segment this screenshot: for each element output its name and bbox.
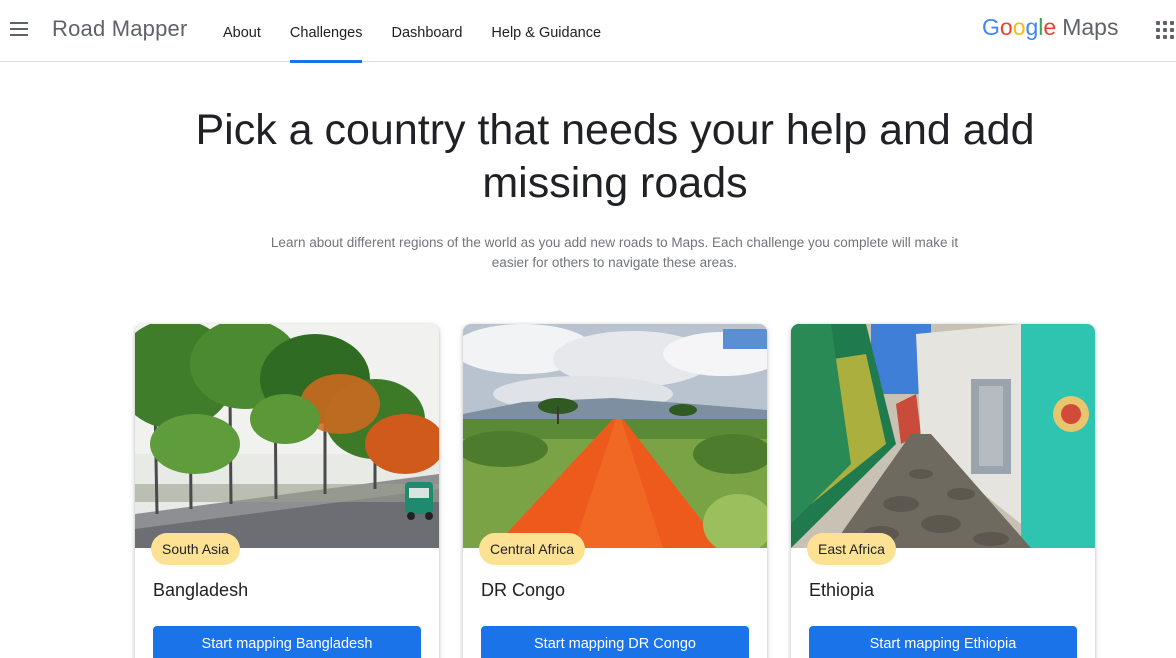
ethiopia-alley-image [791,324,1095,548]
main-nav: About Challenges Dashboard Help & Guidan… [223,0,630,63]
start-mapping-dr-congo-button[interactable]: Start mapping DR Congo [481,626,749,658]
nav-about[interactable]: About [223,0,261,62]
start-mapping-ethiopia-button[interactable]: Start mapping Ethiopia [809,626,1077,658]
app-title[interactable]: Road Mapper [52,16,188,42]
region-badge: Central Africa [479,533,586,565]
page-headline: Pick a country that needs your help and … [195,106,1035,207]
google-maps-logo[interactable]: Google Maps [982,14,1118,41]
google-letter: e [1043,14,1057,40]
google-letter: o [999,14,1013,40]
maps-wordmark: Maps [1062,14,1119,40]
bangladesh-road-image [135,324,439,548]
google-letter: G [982,14,1000,40]
nav-dashboard[interactable]: Dashboard [391,0,462,62]
top-app-bar: Road Mapper About Challenges Dashboard H… [0,0,1176,63]
page-subtext: Learn about different regions of the wor… [270,235,959,270]
country-name: Bangladesh [153,580,249,600]
challenge-card-ethiopia: East Africa Ethiopia Start mapping Ethio… [791,324,1095,658]
dr-congo-road-image [463,324,767,548]
country-name: Ethiopia [809,580,875,600]
apps-grid-icon[interactable] [1156,21,1174,39]
google-letter: g [1025,14,1039,40]
nav-help-guidance[interactable]: Help & Guidance [491,0,601,62]
google-wordmark: Google [982,14,1056,40]
country-name: DR Congo [481,580,566,600]
nav-challenges[interactable]: Challenges [289,0,362,63]
region-badge: East Africa [807,533,896,565]
hamburger-menu-icon[interactable] [8,18,30,40]
challenge-card-dr-congo: Central Africa DR Congo Start mapping DR… [463,324,767,658]
region-badge: South Asia [151,533,240,565]
start-mapping-bangladesh-button[interactable]: Start mapping Bangladesh [153,626,421,658]
google-letter: o [1012,14,1026,40]
challenge-card-bangladesh: South Asia Bangladesh Start mapping Bang… [135,324,439,658]
